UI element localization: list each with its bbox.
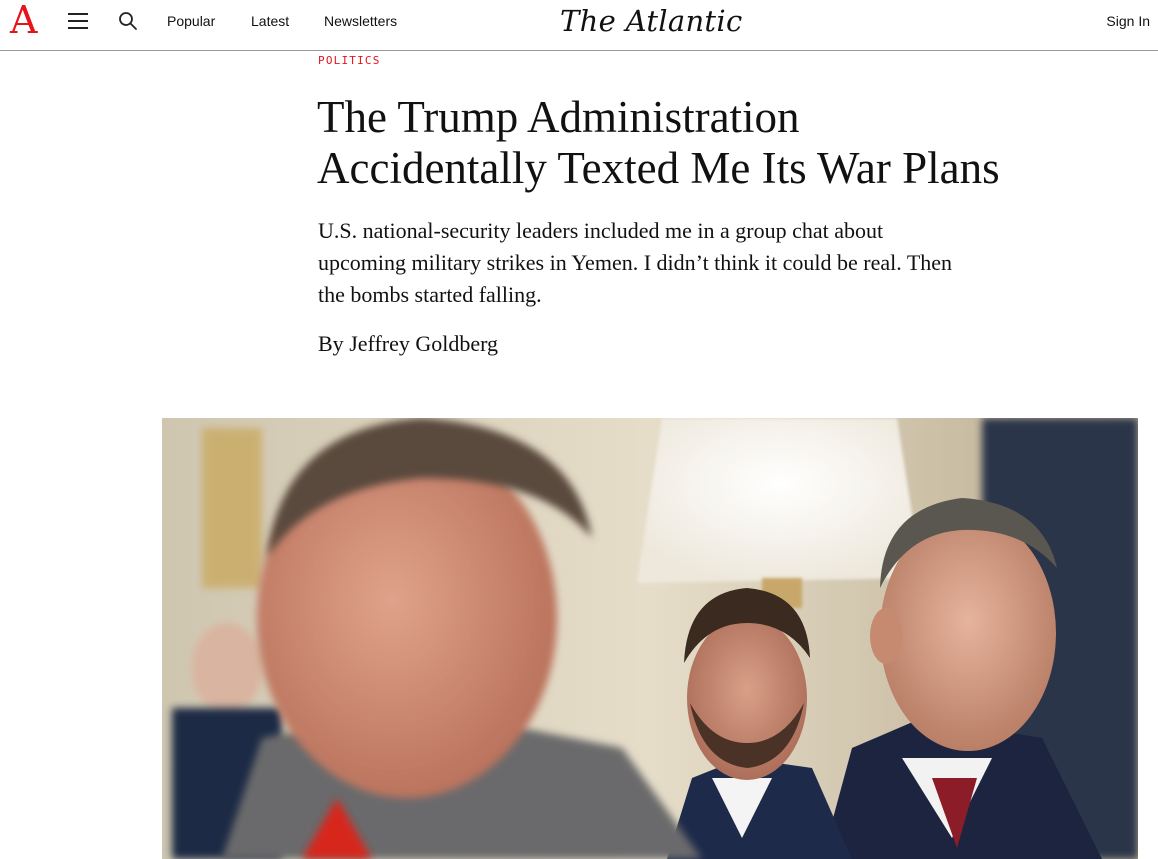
article-dek: U.S. national-security leaders included … <box>318 218 953 307</box>
lead-photo <box>162 418 1138 859</box>
byline: By Jeffrey Goldberg <box>318 330 498 358</box>
nav-latest[interactable]: Latest <box>251 13 289 29</box>
sign-in-link[interactable]: Sign In <box>1106 13 1150 29</box>
hamburger-menu-icon[interactable] <box>66 10 90 32</box>
lead-image <box>162 418 1138 859</box>
search-icon[interactable] <box>117 10 139 32</box>
author-link[interactable]: Jeffrey Goldberg <box>349 331 498 356</box>
byline-prefix: By <box>318 331 344 356</box>
masthead-logo[interactable]: The Atlantic <box>560 2 743 40</box>
site-header: A Popular Latest Newsletters The Atlanti… <box>0 0 1158 51</box>
article-page: A Popular Latest Newsletters The Atlanti… <box>0 0 1158 859</box>
section-label[interactable]: POLITICS <box>318 54 381 67</box>
atlantic-logo[interactable]: A <box>10 0 37 40</box>
nav-newsletters[interactable]: Newsletters <box>324 13 397 29</box>
article-headline: The Trump Administration Accidentally Te… <box>317 92 1000 193</box>
nav-popular[interactable]: Popular <box>167 13 215 29</box>
